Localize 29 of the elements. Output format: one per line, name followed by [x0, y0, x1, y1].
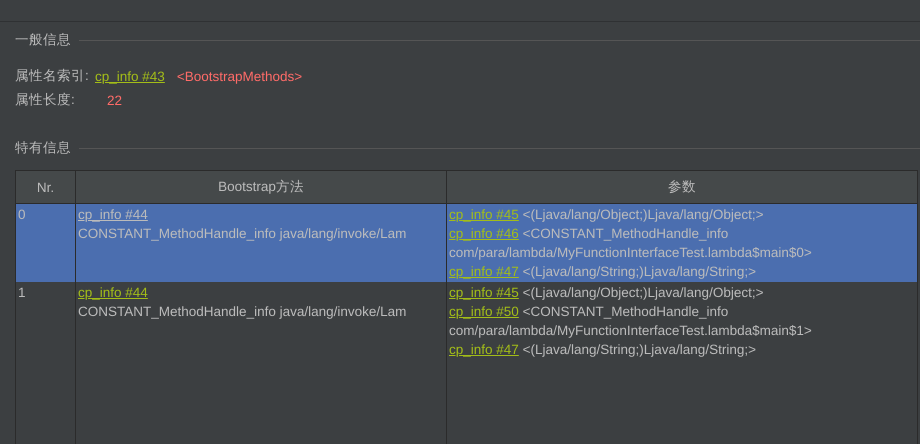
- argument-text: <(Ljava/lang/String;)Ljava/lang/String;>: [522, 342, 756, 357]
- field-label: 属性长度:: [15, 91, 76, 109]
- column-header[interactable]: 参数: [446, 170, 918, 204]
- cp-info-link[interactable]: cp_info #44: [78, 285, 148, 300]
- cp-info-link[interactable]: cp_info #47: [449, 342, 519, 357]
- argument-text: com/para/lambda/MyFunctionInterfaceTest.lambda$main$0>: [449, 245, 812, 260]
- cp-info-link[interactable]: cp_info #43: [95, 68, 165, 84]
- field-label: 属性名索引:: [15, 67, 90, 85]
- table-row[interactable]: [16, 204, 918, 282]
- table-row[interactable]: [16, 282, 918, 444]
- section-title: 一般信息: [15, 31, 71, 49]
- method-handle-text: CONSTANT_MethodHandle_info java/lang/invoke/Lam: [78, 226, 406, 241]
- field-value: 22: [107, 92, 122, 108]
- section-title: 特有信息: [15, 139, 71, 157]
- argument-text: <(Ljava/lang/String;)Ljava/lang/String;>: [522, 264, 756, 279]
- column-header[interactable]: Nr.: [16, 170, 76, 204]
- argument-text: <CONSTANT_MethodHandle_info: [522, 304, 728, 319]
- row-number: 1: [18, 285, 26, 300]
- method-handle-text: CONSTANT_MethodHandle_info java/lang/invoke/Lam: [78, 304, 406, 319]
- argument-text: <(Ljava/lang/Object;)Ljava/lang/Object;>: [522, 207, 764, 222]
- argument-text: com/para/lambda/MyFunctionInterfaceTest.lambda$main$1>: [449, 323, 812, 338]
- argument-text: <(Ljava/lang/Object;)Ljava/lang/Object;>: [522, 285, 764, 300]
- field-value: <BootstrapMethods>: [176, 68, 302, 84]
- cp-info-link[interactable]: cp_info #44: [78, 207, 148, 222]
- cp-info-link[interactable]: cp_info #45: [449, 285, 519, 300]
- row-number: 0: [18, 207, 26, 222]
- argument-text: <CONSTANT_MethodHandle_info: [522, 226, 728, 241]
- cp-info-link[interactable]: cp_info #50: [449, 304, 519, 319]
- column-header[interactable]: Bootstrap方法: [76, 170, 446, 204]
